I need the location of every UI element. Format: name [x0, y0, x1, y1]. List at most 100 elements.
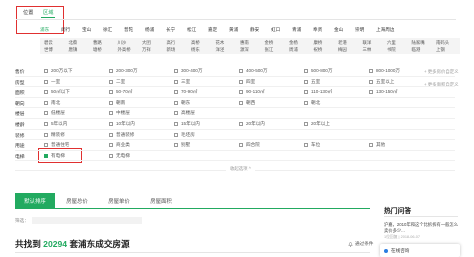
checkbox[interactable] — [109, 122, 113, 126]
subdistrict-item[interactable]: 万祥 — [142, 47, 151, 53]
checkbox[interactable] — [174, 79, 178, 84]
checkbox[interactable] — [109, 132, 113, 137]
filter-option-age[interactable]: 10年以内 — [109, 121, 135, 127]
filter-option-usage[interactable]: 其他 — [369, 142, 385, 148]
filter-option-layout[interactable]: 五室以上 — [369, 79, 394, 85]
filter-option-age[interactable]: 20年以内 — [239, 121, 265, 127]
subdistrict-item[interactable]: 世博 — [44, 47, 53, 53]
checkbox[interactable] — [369, 79, 373, 84]
checkbox[interactable] — [304, 100, 308, 105]
filter-option-price[interactable]: 500-800万 — [304, 68, 332, 74]
district-item[interactable]: 静安 — [250, 27, 259, 33]
filter-option-direction[interactable]: 朝西 — [239, 100, 255, 106]
subdistrict-item[interactable]: 惠南 — [240, 40, 249, 46]
filter-option-layout[interactable]: 一室 — [44, 79, 60, 85]
checkbox[interactable] — [44, 79, 48, 84]
filter-option-price[interactable]: 800-1000万 — [369, 68, 400, 74]
subdistrict-item[interactable]: 陆家嘴 — [412, 40, 425, 46]
subdistrict-item[interactable]: 唐镇 — [69, 47, 78, 53]
subdistrict-item[interactable]: 上钢 — [436, 47, 445, 53]
checkbox[interactable] — [239, 100, 243, 105]
checkbox[interactable] — [44, 100, 48, 105]
subdistrict-item[interactable]: 杨东 — [191, 47, 200, 53]
filter-option-direction[interactable]: 朝北 — [304, 100, 320, 106]
filter-option-price[interactable]: 200-300万 — [109, 68, 137, 74]
subdistrict-item[interactable]: 老港 — [338, 40, 347, 46]
subdistrict-item[interactable]: 高桥 — [191, 40, 200, 46]
sort-tab[interactable]: 房屋总价 — [57, 193, 97, 209]
district-item[interactable]: 青浦 — [292, 27, 301, 33]
subdistrict-item[interactable]: 康桥 — [314, 40, 323, 46]
checkbox[interactable] — [304, 69, 308, 73]
checkbox[interactable] — [109, 111, 113, 116]
checkbox[interactable] — [239, 69, 243, 73]
filter-option-area[interactable]: 50-70㎡ — [109, 89, 132, 95]
sort-tab[interactable]: 房屋单价 — [99, 193, 139, 209]
checkbox[interactable] — [369, 90, 373, 95]
tab-area[interactable]: 区域 — [43, 9, 53, 16]
filter-option-layout[interactable]: 五室 — [304, 79, 320, 85]
checkbox[interactable] — [174, 132, 178, 137]
subdistrict-item[interactable]: 梅园 — [338, 47, 347, 53]
subdistrict-item[interactable]: 金杨 — [289, 40, 298, 46]
filter-option-elevator[interactable]: 无电梯 — [109, 153, 130, 159]
subdistrict-item[interactable]: 碧云 — [44, 40, 53, 46]
district-item[interactable]: 松江 — [187, 27, 196, 33]
filter-option-floor[interactable]: 中楼层 — [109, 110, 130, 116]
filter-option-area[interactable]: 110-130㎡ — [304, 89, 332, 95]
district-item[interactable]: 徐汇 — [103, 27, 112, 33]
checkbox[interactable] — [174, 100, 178, 105]
subdistrict-item[interactable]: 川沙 — [118, 40, 127, 46]
filter-option-layout[interactable]: 四室 — [239, 79, 255, 85]
subdistrict-item[interactable]: 北蔡 — [69, 40, 78, 46]
district-item[interactable]: 上海周边 — [376, 27, 394, 33]
filter-option-decoration[interactable]: 精装修 — [44, 132, 65, 138]
subdistrict-item[interactable]: 张江 — [265, 47, 274, 53]
checkbox[interactable] — [239, 143, 243, 148]
filter-option-usage[interactable]: 别墅 — [174, 142, 190, 148]
district-item[interactable]: 长宁 — [166, 27, 175, 33]
checkbox[interactable] — [239, 79, 243, 84]
subdistrict-item[interactable]: 花木 — [216, 40, 225, 46]
filter-option-direction[interactable]: 南北 — [44, 100, 60, 106]
district-item[interactable]: 普陀 — [124, 27, 133, 33]
filter-option-floor[interactable]: 低楼层 — [44, 110, 65, 116]
district-item[interactable]: 虹口 — [271, 27, 280, 33]
filter-option-elevator[interactable]: 有电梯 — [44, 153, 65, 159]
checkbox[interactable] — [109, 153, 113, 158]
district-item[interactable]: 嘉定 — [208, 27, 217, 33]
subdistrict-item[interactable]: 曹路 — [93, 40, 102, 46]
subdistrict-item[interactable]: 源深 — [240, 47, 249, 53]
checkbox[interactable] — [239, 90, 243, 95]
district-item[interactable]: 宝山 — [82, 27, 91, 33]
checkbox[interactable] — [304, 143, 308, 148]
checkbox[interactable] — [369, 143, 373, 148]
subscribe-button[interactable]: 通过条件 — [348, 241, 373, 247]
checkbox[interactable] — [174, 69, 178, 73]
filter-option-usage[interactable]: 普通住宅 — [44, 142, 69, 148]
filter-option-price[interactable]: 400-500万 — [239, 68, 267, 74]
checkbox[interactable] — [109, 143, 113, 148]
checkbox[interactable] — [304, 122, 308, 126]
subdistrict-item[interactable]: 周浦 — [289, 47, 298, 53]
filter-option-layout[interactable]: 三室 — [174, 79, 190, 85]
checkbox[interactable] — [304, 79, 308, 84]
subdistrict-item[interactable]: 六里 — [387, 40, 396, 46]
filter-option-price[interactable]: 300-400万 — [174, 68, 202, 74]
checkbox[interactable] — [109, 100, 113, 105]
checkbox[interactable] — [304, 90, 308, 95]
district-item[interactable]: 金山 — [334, 27, 343, 33]
filter-option-age[interactable]: 20年以上 — [304, 121, 330, 127]
subdistrict-item[interactable]: 洋泾 — [216, 47, 225, 53]
checkbox[interactable] — [44, 132, 48, 137]
subdistrict-item[interactable]: 临港 — [412, 47, 421, 53]
subdistrict-item[interactable]: 塘桥 — [93, 47, 102, 53]
checkbox[interactable] — [44, 69, 48, 73]
district-item[interactable]: 浦东 — [40, 27, 49, 33]
checkbox[interactable] — [174, 143, 178, 148]
subdistrict-item[interactable]: 祝桥 — [314, 47, 323, 53]
checkbox[interactable] — [44, 122, 48, 126]
district-item[interactable]: 杨浦 — [145, 27, 154, 33]
checkbox[interactable] — [44, 153, 48, 158]
filter-option-age[interactable]: 15年以内 — [174, 121, 200, 127]
